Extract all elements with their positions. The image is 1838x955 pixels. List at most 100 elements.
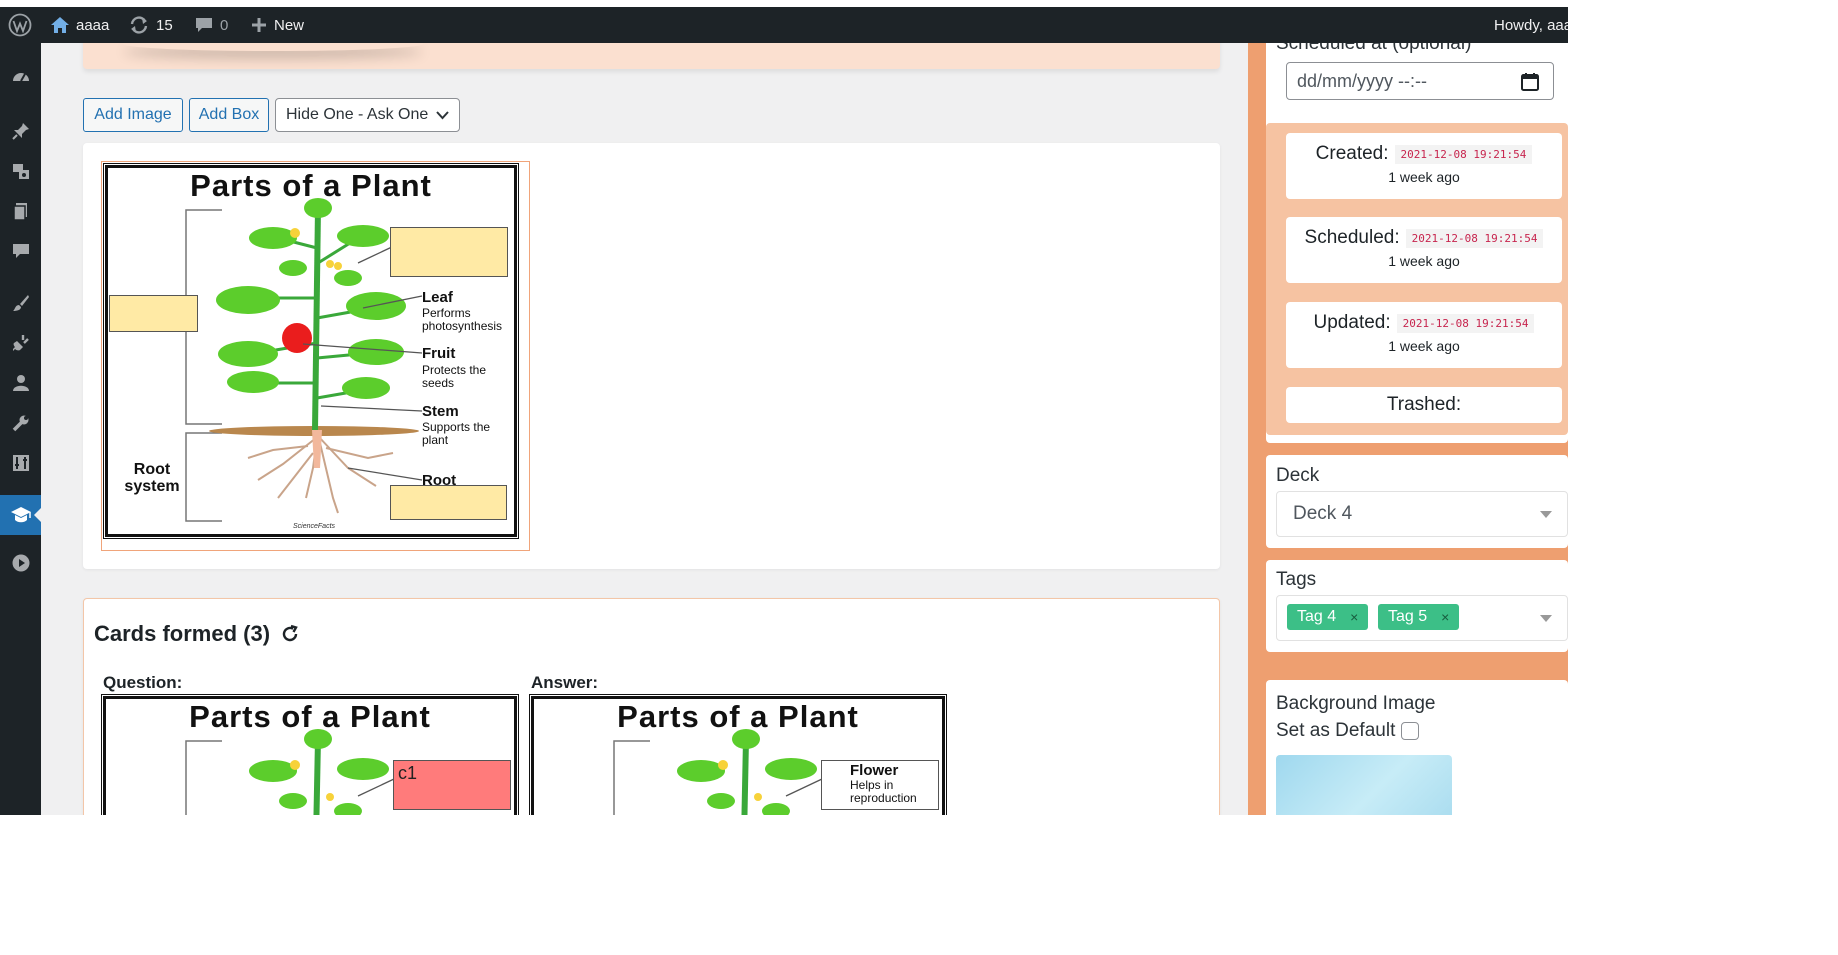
tag-label: Tag 5: [1388, 608, 1428, 625]
tag-pill: Tag 5 ×: [1378, 604, 1460, 630]
menu-media-player[interactable]: [0, 543, 41, 583]
occlusion-box-2[interactable]: [109, 295, 198, 332]
created-timestamp: 2021-12-08 19:21:54: [1394, 144, 1533, 164]
pin-icon: [11, 123, 29, 140]
tag-label: Tag 4: [1297, 608, 1337, 625]
settings-sliders-icon: [12, 455, 29, 471]
menu-plugins[interactable]: [0, 323, 41, 363]
pages-icon: [12, 203, 27, 221]
wordpress-logo-icon: [8, 13, 32, 37]
site-name: aaaa: [76, 16, 110, 34]
play-circle-icon: [12, 554, 29, 572]
occlusion-mode-select[interactable]: Hide One - Ask One: [275, 98, 460, 132]
label-fruit-desc: Protects the seeds: [422, 363, 487, 390]
menu-tools[interactable]: [0, 403, 41, 443]
tags-caret-down-icon: [1540, 615, 1552, 622]
menu-settings[interactable]: [0, 443, 41, 483]
tag-pill: Tag 4 ×: [1287, 604, 1369, 630]
answer-card-preview: Parts of a Plant Flower Helps in reprodu…: [529, 694, 947, 815]
image-editor-panel: Parts of a Plant Leaf Performs photosynt…: [83, 143, 1220, 569]
answer-label: Answer:: [531, 673, 599, 692]
calendar-icon[interactable]: [1521, 72, 1539, 91]
menu-comments[interactable]: [0, 231, 41, 271]
plugin-icon: [12, 335, 29, 351]
media-icon: [12, 164, 29, 179]
label-stem-desc: Supports the plant: [422, 420, 491, 447]
menu-posts[interactable]: [0, 111, 41, 151]
tag-remove-icon[interactable]: ×: [1350, 609, 1358, 625]
label-leaf: Leaf: [422, 289, 453, 306]
wrench-icon: [12, 415, 28, 432]
occlusion-box-1[interactable]: [390, 227, 508, 277]
scheduled-ago: 1 week ago: [1388, 253, 1460, 269]
cards-formed-panel: Cards formed (3) Question: Answer: Parts…: [83, 598, 1220, 815]
paintbrush-icon: [12, 295, 29, 311]
new-label: New: [274, 16, 305, 34]
scheduled-label: Scheduled:: [1304, 227, 1400, 248]
user-icon: [12, 375, 29, 391]
menu-flashcards[interactable]: [0, 495, 41, 535]
updates-count: 15: [156, 16, 173, 34]
cards-formed-heading: Cards formed (3): [94, 621, 271, 646]
home-icon: [51, 17, 69, 33]
updated-card: Updated: 2021-12-08 19:21:54 1 week ago: [1286, 302, 1562, 368]
graduation-cap-icon: [10, 507, 31, 523]
created-card: Created: 2021-12-08 19:21:54 1 week ago: [1286, 133, 1562, 199]
mode-select-value: Hide One - Ask One: [286, 106, 429, 123]
trashed-label: Trashed:: [1386, 394, 1462, 415]
question-label: Question:: [103, 673, 183, 692]
scheduled-at-input[interactable]: dd/mm/yyyy --:--: [1286, 62, 1554, 100]
label-fruit: Fruit: [422, 345, 456, 362]
admin-bar: aaaa 15 0 New Howdy, aaa: [0, 7, 1568, 43]
updated-ago: 1 week ago: [1388, 338, 1460, 354]
menu-pages[interactable]: [0, 191, 41, 231]
background-image-label: Background Image: [1276, 693, 1436, 714]
plus-icon: [252, 18, 266, 32]
comments-count: 0: [220, 16, 229, 34]
occlusion-box-3[interactable]: [390, 485, 507, 520]
plant-diagram-image: Parts of a Plant Leaf Performs photosynt…: [103, 163, 519, 539]
dashboard-icon: [12, 73, 29, 82]
menu-appearance[interactable]: [0, 283, 41, 323]
new-content-link[interactable]: New: [250, 7, 304, 43]
tag-remove-icon[interactable]: ×: [1441, 609, 1449, 625]
label-root-system: Root system: [124, 461, 180, 495]
trashed-card: Trashed:: [1286, 387, 1562, 423]
question-card-preview: Parts of a Plant c1: [101, 694, 519, 815]
menu-media[interactable]: [0, 151, 41, 191]
created-ago: 1 week ago: [1388, 169, 1460, 185]
deck-label: Deck: [1276, 465, 1320, 486]
datetime-placeholder: dd/mm/yyyy --:--: [1297, 70, 1427, 91]
right-sidebar: Scheduled at (optional) dd/mm/yyyy --:--…: [1248, 7, 1568, 815]
chevron-down-icon: [436, 111, 449, 120]
set-default-checkbox[interactable]: [1401, 722, 1420, 740]
updates-link[interactable]: 15: [128, 7, 173, 43]
add-image-button[interactable]: Add Image: [83, 98, 183, 132]
comments-icon: [196, 18, 212, 32]
label-stem: Stem: [422, 403, 459, 420]
site-name-link[interactable]: aaaa: [50, 7, 109, 43]
deck-select[interactable]: Deck 4: [1276, 491, 1568, 537]
answer-revealed-box: Flower Helps in reproduction: [821, 760, 939, 810]
menu-dashboard[interactable]: [0, 57, 41, 97]
answer-flower-desc: Helps in reproduction: [850, 778, 917, 805]
comments-link[interactable]: 0: [194, 7, 228, 43]
admin-side-menu: [0, 43, 41, 815]
refresh-icon[interactable]: [280, 624, 300, 644]
menu-users[interactable]: [0, 363, 41, 403]
scheduled-timestamp: 2021-12-08 19:21:54: [1405, 228, 1544, 248]
wp-admin-window: Add Image Add Box Hide One - Ask One Par…: [0, 7, 1568, 815]
comment-bubble-icon: [12, 244, 29, 258]
answer-flower-label: Flower: [850, 762, 899, 779]
wp-logo-menu[interactable]: [0, 7, 40, 43]
deck-select-value: Deck 4: [1293, 503, 1353, 524]
diagram-credit: ScienceFacts: [293, 523, 336, 530]
howdy-user-menu[interactable]: Howdy, aaa: [1494, 7, 1568, 43]
add-box-button[interactable]: Add Box: [189, 98, 269, 132]
set-default-label: Set as Default: [1276, 720, 1396, 741]
scheduled-card: Scheduled: 2021-12-08 19:21:54 1 week ago: [1286, 217, 1562, 283]
label-leaf-desc: Performs photosynthesis: [422, 306, 503, 333]
screen: Add Image Add Box Hide One - Ask One Par…: [0, 0, 1838, 955]
background-image-preview[interactable]: [1276, 755, 1452, 815]
updates-icon: [130, 16, 148, 34]
